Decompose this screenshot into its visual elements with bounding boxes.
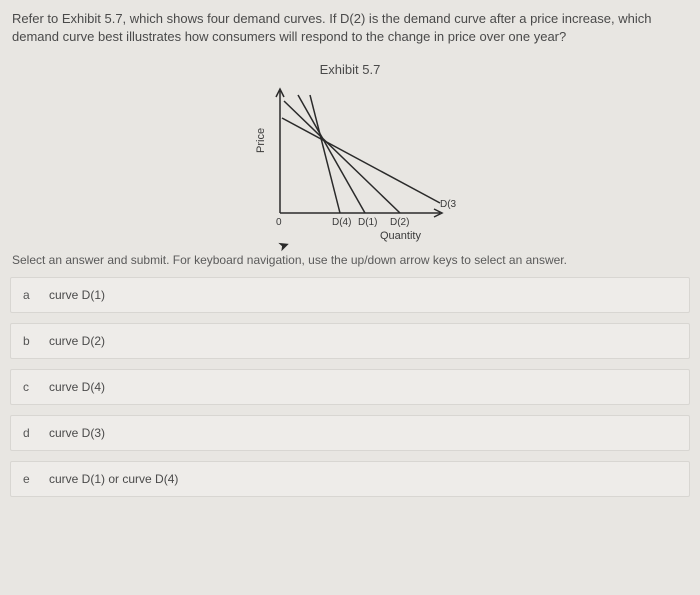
- y-axis-label: Price: [255, 128, 267, 153]
- d2-label: D(2): [390, 217, 409, 228]
- answer-key: b: [23, 334, 49, 348]
- answer-option-a[interactable]: a curve D(1): [10, 277, 690, 313]
- answer-list: a curve D(1) b curve D(2) c curve D(4) d…: [0, 277, 700, 497]
- question-text: Refer to Exhibit 5.7, which shows four d…: [0, 0, 700, 54]
- x-axis-label: Quantity: [380, 230, 421, 242]
- answer-label: curve D(2): [49, 334, 105, 348]
- answer-option-d[interactable]: d curve D(3): [10, 415, 690, 451]
- answer-key: d: [23, 426, 49, 440]
- instruction-text: Select an answer and submit. For keyboar…: [0, 243, 700, 277]
- d1-label: D(1): [358, 217, 377, 228]
- answer-key: a: [23, 288, 49, 302]
- answer-label: curve D(4): [49, 380, 105, 394]
- exhibit-title: Exhibit 5.7: [0, 62, 700, 77]
- answer-option-c[interactable]: c curve D(4): [10, 369, 690, 405]
- answer-label: curve D(1): [49, 288, 105, 302]
- answer-option-b[interactable]: b curve D(2): [10, 323, 690, 359]
- exhibit-section: Exhibit 5.7 Price 0 D(4) D(1) D(2) D(3 Q…: [0, 62, 700, 243]
- answer-key: e: [23, 472, 49, 486]
- demand-curves-chart: Price 0 D(4) D(1) D(2) D(3 Quantity: [240, 83, 460, 243]
- origin-label: 0: [276, 217, 282, 228]
- answer-key: c: [23, 380, 49, 394]
- d3-label: D(3: [440, 199, 457, 210]
- answer-option-e[interactable]: e curve D(1) or curve D(4): [10, 461, 690, 497]
- d4-label: D(4): [332, 217, 351, 228]
- answer-label: curve D(1) or curve D(4): [49, 472, 178, 486]
- answer-label: curve D(3): [49, 426, 105, 440]
